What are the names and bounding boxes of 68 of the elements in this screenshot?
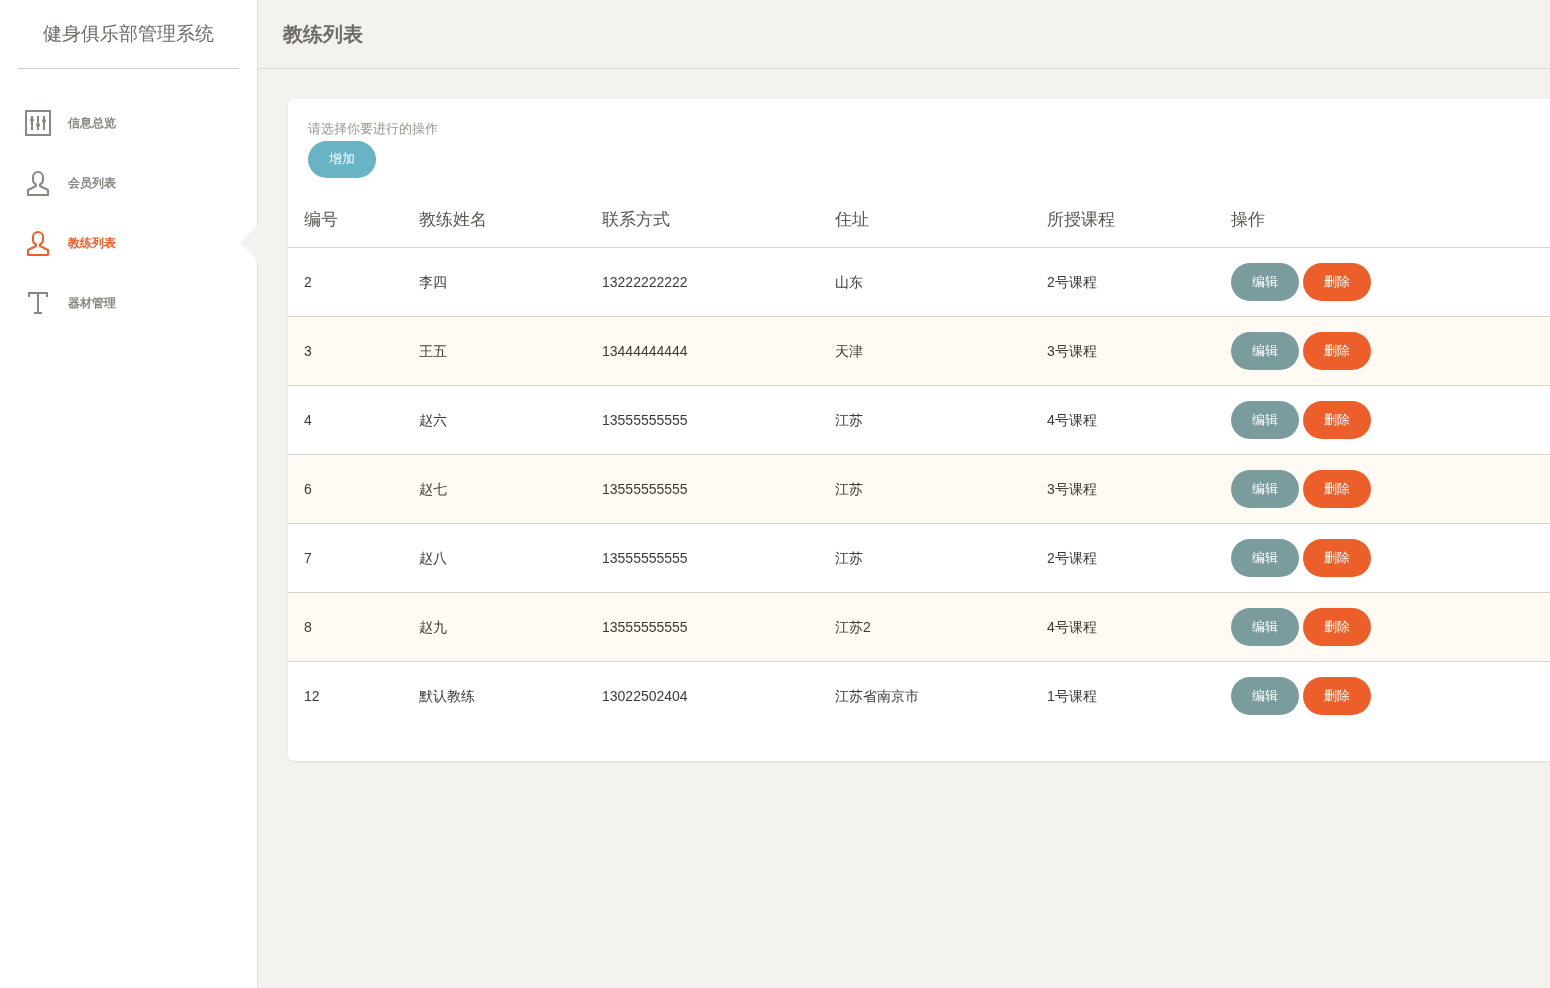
delete-button[interactable]: 删除: [1303, 400, 1371, 439]
table-cell: 13555555555: [602, 411, 688, 428]
delete-button[interactable]: 删除: [1303, 469, 1371, 508]
table-cell: 3号课程: [1047, 342, 1097, 359]
table-cell: 江苏: [835, 549, 863, 566]
table-cell: 2号课程: [1047, 549, 1097, 566]
table-cell: 天津: [835, 342, 863, 359]
app-title: 健身俱乐部管理系统: [43, 21, 214, 46]
delete-button[interactable]: 删除: [1303, 538, 1371, 577]
sidebar-item[interactable]: 教练列表: [0, 213, 257, 273]
table-cell: 江苏: [835, 480, 863, 497]
sidebar-item[interactable]: 会员列表: [0, 153, 257, 213]
table-cell: 2号课程: [1047, 273, 1097, 290]
table-cell: 3: [304, 342, 312, 359]
edit-button[interactable]: 编辑: [1231, 331, 1299, 370]
table-cell: 赵八: [419, 549, 447, 566]
table-cell: 13022502404: [602, 688, 688, 704]
table-cell: 13444444444: [602, 342, 688, 359]
table-cell: 2: [304, 273, 312, 290]
table-cell: 江苏省南京市: [835, 688, 919, 704]
table-cell: 13555555555: [602, 549, 688, 566]
sliders-icon: [25, 110, 51, 136]
delete-button[interactable]: 删除: [1303, 331, 1371, 370]
table-cell: 赵七: [419, 480, 447, 497]
table-cell: 4号课程: [1047, 411, 1097, 428]
table-cell: 默认教练: [419, 688, 475, 704]
edit-button[interactable]: 编辑: [1231, 607, 1299, 646]
table-cell: 赵六: [419, 411, 447, 428]
table-cell: 1号课程: [1047, 688, 1097, 704]
column-header: 编号: [304, 210, 338, 230]
column-header: 所授课程: [1047, 210, 1115, 230]
table-cell: 赵九: [419, 618, 447, 635]
table-cell: 8: [304, 618, 312, 635]
table-cell: 李四: [419, 273, 447, 290]
delete-button[interactable]: 删除: [1303, 262, 1371, 301]
table-cell: 4: [304, 411, 312, 428]
edit-button[interactable]: 编辑: [1231, 469, 1299, 508]
add-button[interactable]: 增加: [308, 140, 376, 178]
column-header: 住址: [835, 210, 869, 230]
table-cell: 13222222222: [602, 273, 688, 290]
column-header: 联系方式: [602, 210, 670, 230]
user-icon: [25, 170, 51, 196]
table-cell: 7: [304, 549, 312, 566]
hint-text: 请选择你要进行的操作: [308, 120, 439, 138]
table-cell: 江苏2: [835, 618, 871, 635]
table-cell: 6: [304, 480, 312, 497]
column-header: 操作: [1231, 210, 1265, 230]
edit-button[interactable]: 编辑: [1231, 400, 1299, 439]
column-header: 教练姓名: [419, 210, 487, 230]
table-cell: 12: [304, 688, 320, 704]
table-cell: 江苏: [835, 411, 863, 428]
edit-button[interactable]: 编辑: [1231, 262, 1299, 301]
table-cell: 王五: [419, 342, 447, 359]
sidebar-item[interactable]: 器材管理: [0, 273, 257, 333]
sidebar-item[interactable]: 信息总览: [0, 93, 257, 153]
table-cell: 4号课程: [1047, 618, 1097, 635]
selection-pointer: [240, 225, 258, 261]
table-cell: 3号课程: [1047, 480, 1097, 497]
table-cell: 山东: [835, 273, 863, 290]
table-cell: 13555555555: [602, 618, 688, 635]
edit-button[interactable]: 编辑: [1231, 677, 1299, 715]
delete-button[interactable]: 删除: [1303, 677, 1371, 715]
delete-button[interactable]: 删除: [1303, 607, 1371, 646]
user-icon: [25, 230, 51, 256]
edit-button[interactable]: 编辑: [1231, 538, 1299, 577]
page-title: 教练列表: [283, 22, 363, 47]
letter-t-icon: [27, 291, 49, 315]
table-cell: 13555555555: [602, 480, 688, 497]
